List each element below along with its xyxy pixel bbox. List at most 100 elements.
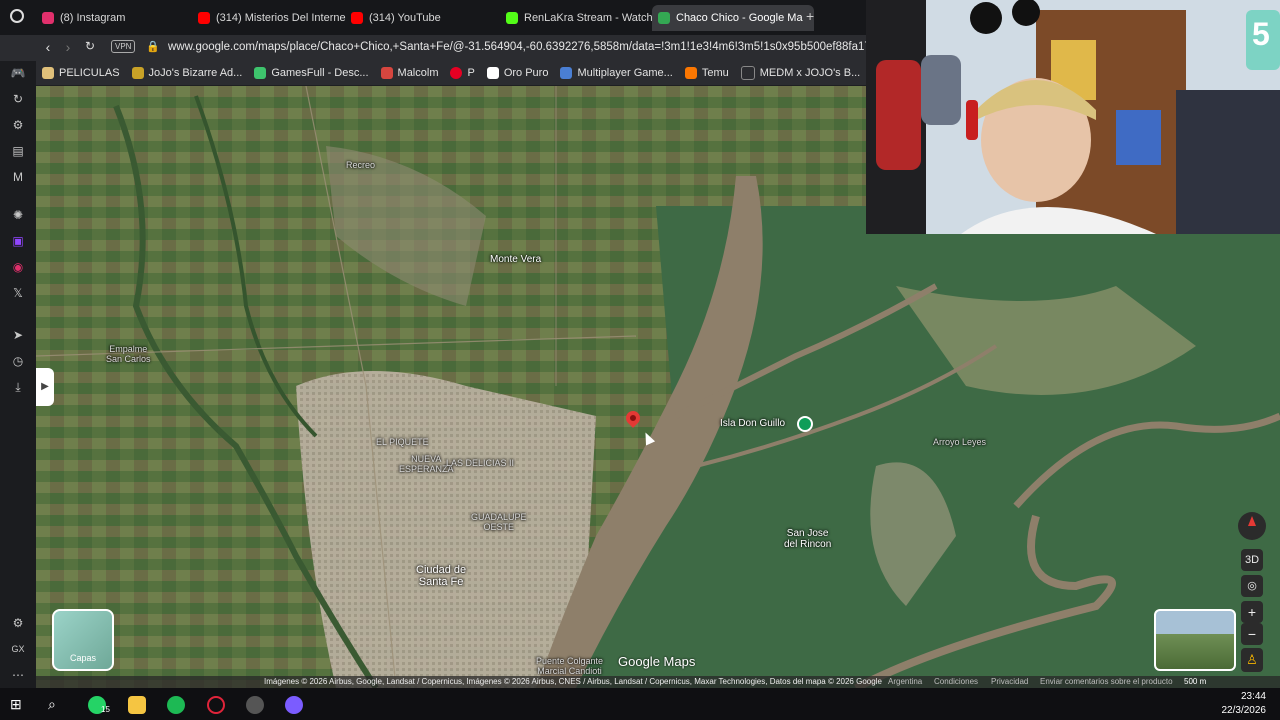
reload-icon[interactable]: ↻ [82, 39, 98, 53]
openai-icon[interactable]: ✺ [10, 207, 26, 223]
compass-icon[interactable] [1238, 512, 1266, 540]
clock-date: 22/3/2026 [1221, 705, 1267, 716]
extension-icon[interactable]: ⚙ [10, 117, 26, 133]
pegman-icon[interactable]: ♙ [1241, 648, 1263, 672]
my-location-icon[interactable]: ◎ [1241, 575, 1263, 597]
x-icon[interactable]: 𝕏 [10, 285, 26, 301]
folder-icon [42, 67, 54, 79]
download-icon[interactable]: ⤓ [10, 379, 26, 395]
bookmark-malcolm[interactable]: Malcolm [380, 67, 439, 79]
bookmark-peliculas[interactable]: PELICULAS [42, 67, 120, 79]
map-label-recreo[interactable]: Recreo [346, 160, 375, 170]
map-label-el-piquete[interactable]: EL PIQUETE [376, 437, 429, 447]
bookmarks-bar: PELICULAS JoJo's Bizarre Ad... GamesFull… [36, 61, 866, 85]
map-label-san-jose-del-rincon[interactable]: San Jose del Rincon [784, 528, 831, 550]
instagram-icon[interactable]: ◉ [10, 259, 26, 275]
app-icon[interactable] [246, 696, 264, 714]
scale-label[interactable]: 500 m [1184, 677, 1206, 686]
bookmark-label: JoJo's Bizarre Ad... [148, 67, 243, 79]
file-explorer-icon[interactable] [128, 696, 146, 714]
bookmark-label: Temu [701, 67, 729, 79]
bookmark-label: GamesFull - Desc... [271, 67, 369, 79]
bookmark-temu[interactable]: Temu [684, 67, 729, 79]
gamepad-icon[interactable]: 🎮 [10, 65, 26, 81]
malcolm-icon [380, 67, 393, 79]
bookmark-gamesfull[interactable]: GamesFull - Desc... [254, 67, 369, 79]
link-privacidad[interactable]: Privacidad [991, 677, 1028, 686]
bookmark-oro-puro[interactable]: Oro Puro [486, 67, 549, 79]
history-icon[interactable]: ◷ [10, 353, 26, 369]
bookmark-medm[interactable]: MEDM x JOJO's B... [740, 66, 860, 80]
search-icon[interactable]: ⌕ [48, 696, 66, 714]
youtube-icon [198, 12, 210, 24]
browser-menu-icon[interactable] [10, 9, 24, 23]
opera-gx-icon[interactable] [207, 696, 225, 714]
zoom-in-button[interactable]: + [1241, 601, 1263, 623]
map-label-empalme[interactable]: Empalme San Carlos [106, 344, 151, 364]
map-label-las-delicias[interactable]: LAS DELICIAS II [446, 458, 514, 468]
windows-start-icon[interactable]: ⊞ [10, 696, 28, 714]
mail-icon[interactable]: M [10, 169, 26, 185]
tab-youtube[interactable]: (314) YouTube [345, 5, 507, 31]
discord-icon[interactable] [285, 696, 303, 714]
map-label-arroyo-leyes[interactable]: Arroyo Leyes [933, 437, 986, 447]
google-maps-icon [658, 12, 670, 24]
bookmark-multiplayer[interactable]: Multiplayer Game... [560, 67, 673, 79]
lock-icon[interactable]: 🔒 [146, 40, 160, 53]
tab-kick-stream[interactable]: RenLaKra Stream - Watch [500, 5, 656, 31]
map-label-guadalupe-oeste[interactable]: GUADALUPE OESTE [471, 512, 527, 532]
twitch-icon[interactable]: ▣ [10, 233, 26, 249]
tab-google-maps[interactable]: Chaco Chico - Google Ma [652, 5, 814, 31]
collapse-panel-button[interactable]: ▶ [36, 368, 54, 406]
more-icon[interactable]: ⋯ [10, 667, 26, 683]
bookmark-label: PELICULAS [59, 67, 120, 79]
3d-toggle-button[interactable]: 3D [1241, 549, 1263, 571]
temu-icon [684, 67, 697, 79]
bookmark-pinterest[interactable]: P [450, 67, 475, 79]
clock-time: 23:44 [1240, 691, 1266, 702]
jojo-icon [131, 67, 144, 79]
back-icon[interactable]: ‹ [40, 39, 56, 55]
webcam-badge: 5 [1252, 16, 1270, 52]
youtube-icon [351, 12, 363, 24]
park-poi-icon[interactable] [797, 416, 813, 432]
link-argentina[interactable]: Argentina [888, 677, 922, 686]
new-tab-button[interactable]: + [806, 8, 814, 24]
vpn-badge[interactable]: VPN [111, 40, 136, 53]
zoom-out-button[interactable]: − [1241, 623, 1263, 645]
map-attribution-bar: Imágenes © 2026 Airbus, Google, Landsat … [36, 676, 1280, 688]
send-icon[interactable]: ➤ [10, 327, 26, 343]
refresh-icon[interactable]: ↻ [10, 91, 26, 107]
tab-label: Chaco Chico - Google Ma [676, 12, 803, 24]
browser-sidebar: 🎮 ↻ ⚙ ▤ M ✺ ▣ ◉ 𝕏 ➤ ◷ ⤓ ⚙ GX ⋯ [0, 61, 36, 688]
map-label-isla-don-guillo[interactable]: Isla Don Guillo [720, 418, 785, 429]
forward-icon[interactable]: › [60, 39, 76, 55]
kick-icon [506, 12, 518, 24]
bookmark-label: P [467, 67, 475, 79]
spotify-icon[interactable] [167, 696, 185, 714]
compass-needle-icon [1248, 516, 1256, 526]
link-condiciones[interactable]: Condiciones [934, 677, 978, 686]
bookmark-jojo[interactable]: JoJo's Bizarre Ad... [131, 67, 243, 79]
settings-icon[interactable]: ⚙ [10, 615, 26, 631]
map-label-santa-fe[interactable]: Ciudad de Santa Fe [416, 564, 466, 588]
map-label-puente-colgante[interactable]: Puente Colgante Marcial Candioti [536, 656, 603, 676]
taskbar: ⊞ ⌕ 15 23:44 22/3/2026 [0, 688, 1280, 720]
map-label-monte-vera[interactable]: Monte Vera [490, 254, 541, 265]
system-clock[interactable]: 23:44 22/3/2026 [1222, 690, 1267, 718]
wallet-icon[interactable]: ▤ [10, 143, 26, 159]
tab-label: (8) Instagram [60, 12, 126, 24]
url-field[interactable]: www.google.com/maps/place/Chaco+Chico,+S… [168, 41, 866, 53]
gx-icon[interactable]: GX [10, 641, 26, 657]
street-view-thumbnail[interactable] [1154, 609, 1236, 671]
address-bar: ‹ › ↻ VPN 🔒 www.google.com/maps/place/Ch… [0, 35, 866, 61]
bookmark-label: Malcolm [397, 67, 439, 79]
bookmark-label: Oro Puro [503, 67, 549, 79]
link-feedback[interactable]: Enviar comentarios sobre el producto [1040, 677, 1173, 686]
tab-bar: (8) Instagram (314) Misterios Del Intern… [0, 0, 866, 35]
tab-youtube-misterios[interactable]: (314) Misterios Del Interne [192, 5, 350, 31]
layers-button[interactable]: Capas [52, 609, 114, 671]
tab-label: (314) Misterios Del Interne [216, 12, 346, 24]
webcam-feed [866, 0, 1280, 234]
tab-instagram[interactable]: (8) Instagram [36, 5, 198, 31]
